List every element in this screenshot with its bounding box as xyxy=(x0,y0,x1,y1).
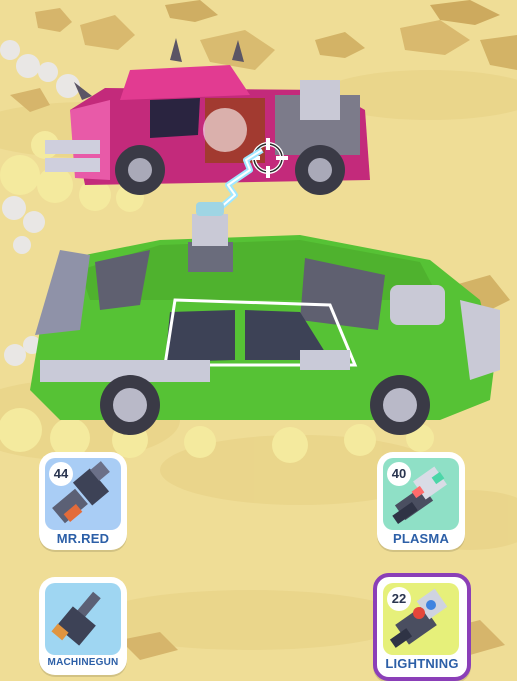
ammo-count-badge: 44 xyxy=(49,462,73,486)
weapon-card-lightning[interactable]: 22 LIGHTNING xyxy=(373,573,471,681)
weapon-label: LIGHTNING xyxy=(385,656,459,671)
weapon-panel: 44 xyxy=(45,458,121,530)
weapon-label: MR.RED xyxy=(56,531,110,546)
weapon-label: PLASMA xyxy=(392,531,450,546)
weapon-panel: 40 xyxy=(383,458,459,530)
weapon-card-machinegun[interactable]: MACHINEGUN xyxy=(39,577,127,675)
weapon-panel: 22 xyxy=(383,583,459,655)
ammo-count-badge: 40 xyxy=(387,462,411,486)
weapon-card-plasma[interactable]: 40 PLASMA xyxy=(377,452,465,550)
weapon-panel xyxy=(45,583,121,655)
weapon-card-mrred[interactable]: 44 MR.RED xyxy=(39,452,127,550)
game-scene xyxy=(0,0,517,663)
machinegun-icon xyxy=(51,591,101,646)
ammo-count-badge: 22 xyxy=(387,587,411,611)
